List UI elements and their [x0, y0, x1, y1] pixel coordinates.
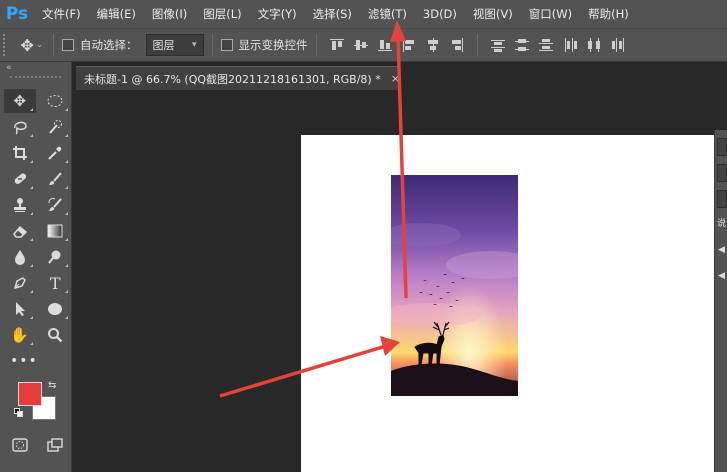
menu-layer[interactable]: 图层(L) [195, 0, 249, 28]
document-tab-title: 未标题-1 @ 66.7% (QQ截图20211218161301, RGB/8… [84, 72, 381, 86]
divider [476, 34, 478, 56]
menu-bar: Ps 文件(F) 编辑(E) 图像(I) 图层(L) 文字(Y) 选择(S) 滤… [0, 0, 727, 28]
blur-tool-icon[interactable] [4, 245, 36, 269]
color-swatches: ⇆ [0, 378, 71, 430]
distribute-vertical-center-icon[interactable] [511, 34, 533, 56]
gradient-tool-icon[interactable] [40, 219, 72, 243]
dodge-tool-icon[interactable] [40, 245, 72, 269]
menu-filter[interactable]: 滤镜(T) [360, 0, 415, 28]
align-buttons [325, 34, 469, 56]
ellipse-tool-icon[interactable] [40, 297, 72, 321]
distribute-left-icon[interactable] [559, 34, 581, 56]
pen-tool-icon[interactable] [4, 271, 36, 295]
expand-arrow-icon[interactable]: ◀ [718, 245, 727, 255]
swap-colors-icon[interactable]: ⇆ [48, 380, 56, 391]
path-select-tool-icon[interactable] [4, 297, 36, 321]
align-bottom-icon[interactable] [374, 34, 396, 56]
close-icon[interactable]: × [391, 72, 400, 85]
divider [315, 34, 317, 56]
panel-button[interactable] [717, 190, 727, 208]
eyedropper-tool-icon[interactable] [40, 141, 72, 165]
photoshop-logo: Ps [5, 4, 29, 24]
watermark-brand: Bai [560, 394, 608, 423]
distribute-top-icon[interactable] [487, 34, 509, 56]
placed-photo-deer-sunset[interactable] [391, 175, 518, 396]
auto-select-label: 自动选择： [80, 38, 138, 52]
clone-stamp-tool-icon[interactable] [4, 193, 36, 217]
lasso-tool-icon[interactable] [4, 115, 36, 139]
distribute-buttons [486, 34, 630, 56]
align-horizontal-center-icon[interactable] [422, 34, 444, 56]
chevron-down-icon: ▾ [191, 40, 197, 50]
type-tool-icon[interactable]: T [40, 271, 72, 295]
align-top-icon[interactable] [326, 34, 348, 56]
expand-arrow-icon[interactable]: ◀ [718, 271, 727, 281]
tools-panel: « ✥ T ✋ ••• ⇆ [0, 62, 72, 472]
foreground-color-swatch[interactable] [18, 382, 42, 406]
menu-image[interactable]: 图像(I) [144, 0, 195, 28]
healing-brush-tool-icon[interactable] [4, 167, 36, 191]
move-tool-preset-icon[interactable]: ✥ ⌄ [19, 32, 45, 58]
crop-tool-icon[interactable] [4, 141, 36, 165]
menu-window[interactable]: 窗口(W) [521, 0, 580, 28]
distribute-bottom-icon[interactable] [535, 34, 557, 56]
menu-help[interactable]: 帮助(H) [580, 0, 637, 28]
brush-tool-icon[interactable] [40, 167, 72, 191]
distribute-right-icon[interactable] [607, 34, 629, 56]
menu-items: 文件(F) 编辑(E) 图像(I) 图层(L) 文字(Y) 选择(S) 滤镜(T… [34, 0, 637, 28]
options-bar: ✥ ⌄ 自动选择： 图层 ▾ 显示变换控件 [0, 28, 727, 62]
watermark-suffix: 经验 [654, 399, 707, 428]
zoom-tool-icon[interactable] [40, 323, 72, 347]
history-brush-tool-icon[interactable] [40, 193, 72, 217]
edit-toolbar-icon[interactable]: ••• [10, 353, 38, 369]
document-tab[interactable]: 未标题-1 @ 66.7% (QQ截图20211218161301, RGB/8… [76, 66, 400, 90]
marquee-tool-icon[interactable] [40, 89, 72, 113]
menu-view[interactable]: 视图(V) [465, 0, 521, 28]
auto-select-value: 图层 [152, 39, 175, 52]
auto-select-checkbox[interactable] [62, 39, 74, 51]
align-right-icon[interactable] [446, 34, 468, 56]
panel-button[interactable] [717, 138, 727, 156]
panel-button[interactable] [717, 164, 727, 182]
divider [211, 34, 213, 56]
menu-type[interactable]: 文字(Y) [250, 0, 305, 28]
paw-logo-icon [620, 396, 647, 424]
move-tool-icon[interactable]: ✥ [4, 89, 36, 113]
menu-edit[interactable]: 编辑(E) [89, 0, 144, 28]
menu-3d[interactable]: 3D(D) [415, 0, 465, 28]
hand-tool-icon[interactable]: ✋ [4, 323, 36, 347]
quick-select-tool-icon[interactable] [40, 115, 72, 139]
toolbar-grip[interactable] [10, 76, 61, 82]
auto-select-dropdown[interactable]: 图层 ▾ [145, 34, 204, 56]
distribute-horizontal-center-icon[interactable] [583, 34, 605, 56]
divider [53, 34, 54, 56]
menu-select[interactable]: 选择(S) [305, 0, 360, 28]
align-vertical-center-icon[interactable] [350, 34, 372, 56]
watermark-url: jingyan.baidu.com [562, 438, 664, 451]
options-bar-grip[interactable] [3, 34, 9, 56]
collapse-panel-icon[interactable]: « [0, 62, 71, 74]
menu-file[interactable]: 文件(F) [34, 0, 89, 28]
baidu-jingyan-watermark: Bai 经验 jingyan.baidu.com [560, 394, 720, 464]
screen-mode-icon[interactable] [40, 433, 72, 457]
panel-label: 说 [717, 219, 727, 229]
show-transform-label: 显示变换控件 [238, 38, 308, 52]
photoshop-window: Ps 文件(F) 编辑(E) 图像(I) 图层(L) 文字(Y) 选择(S) 滤… [0, 0, 727, 472]
show-transform-checkbox[interactable] [220, 39, 233, 51]
quick-mask-icon[interactable] [4, 433, 36, 457]
align-left-icon[interactable] [398, 34, 420, 56]
eraser-tool-icon[interactable] [4, 219, 36, 243]
deer-sunset-image [391, 175, 518, 396]
default-colors-icon[interactable] [14, 408, 24, 418]
